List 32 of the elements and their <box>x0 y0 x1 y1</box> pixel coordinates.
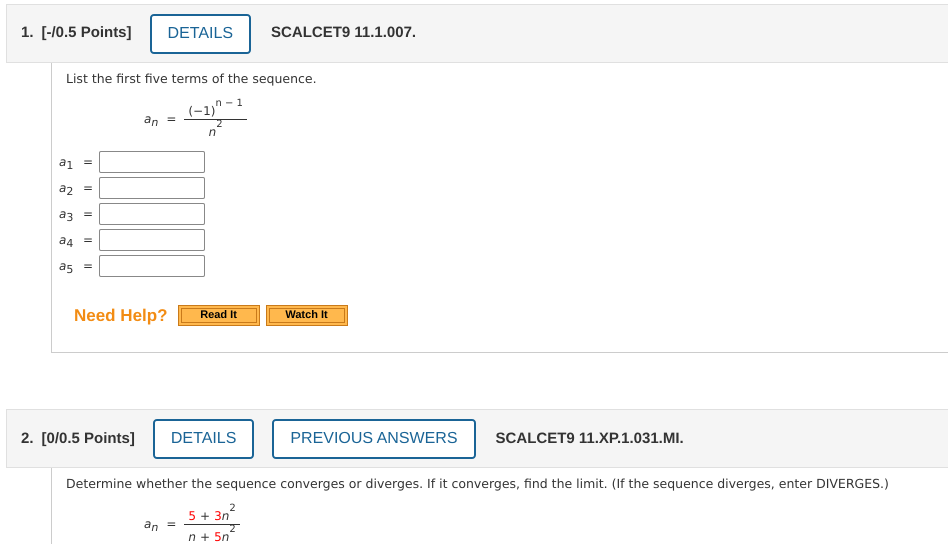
equals-sign: = <box>83 180 94 197</box>
formula-operator: + <box>200 529 210 544</box>
answer-field[interactable] <box>99 254 205 277</box>
answer-field[interactable] <box>99 228 205 251</box>
question-number: 2. <box>21 428 34 448</box>
need-help-label: Need Help? <box>74 304 168 327</box>
details-button[interactable]: PREVIOUS ANSWERS <box>272 418 476 459</box>
equals-sign: = <box>83 154 94 171</box>
equals-sign: = <box>83 258 94 275</box>
answer-field[interactable] <box>99 202 205 225</box>
question-prompt: Determine whether the sequence converges or diverges. If it converges, find the limit. (If the sequence diverges, enter DIVERGES.) <box>66 475 890 494</box>
help-button[interactable]: Watch It <box>266 305 348 326</box>
points: [0/0.5 Points] <box>42 428 135 448</box>
answer-field[interactable] <box>99 176 205 199</box>
equals-sign: = <box>166 516 176 533</box>
details-button[interactable]: DETAILS <box>152 418 254 459</box>
question-number: 1. <box>21 23 34 44</box>
problem-code: SCALCET9 11.XP.1.031.MI. <box>496 428 684 448</box>
equals-sign: = <box>83 206 94 223</box>
answer-field[interactable] <box>99 150 205 173</box>
formula-variable: n <box>188 529 196 544</box>
formula-number: 3 <box>214 508 222 523</box>
equals-sign: = <box>166 110 176 128</box>
equals-sign: = <box>83 232 94 249</box>
formula-number: 5 <box>214 529 222 544</box>
points: [-/0.5 Points] <box>42 23 132 44</box>
question-prompt: List the first five terms of the sequence. <box>66 70 318 88</box>
formula-number: 5 <box>188 508 196 523</box>
details-button[interactable]: DETAILS <box>150 14 252 54</box>
formula-operator: + <box>200 508 210 523</box>
problem-code: SCALCET9 11.1.007. <box>271 23 416 44</box>
help-button[interactable]: Read It <box>178 305 260 326</box>
